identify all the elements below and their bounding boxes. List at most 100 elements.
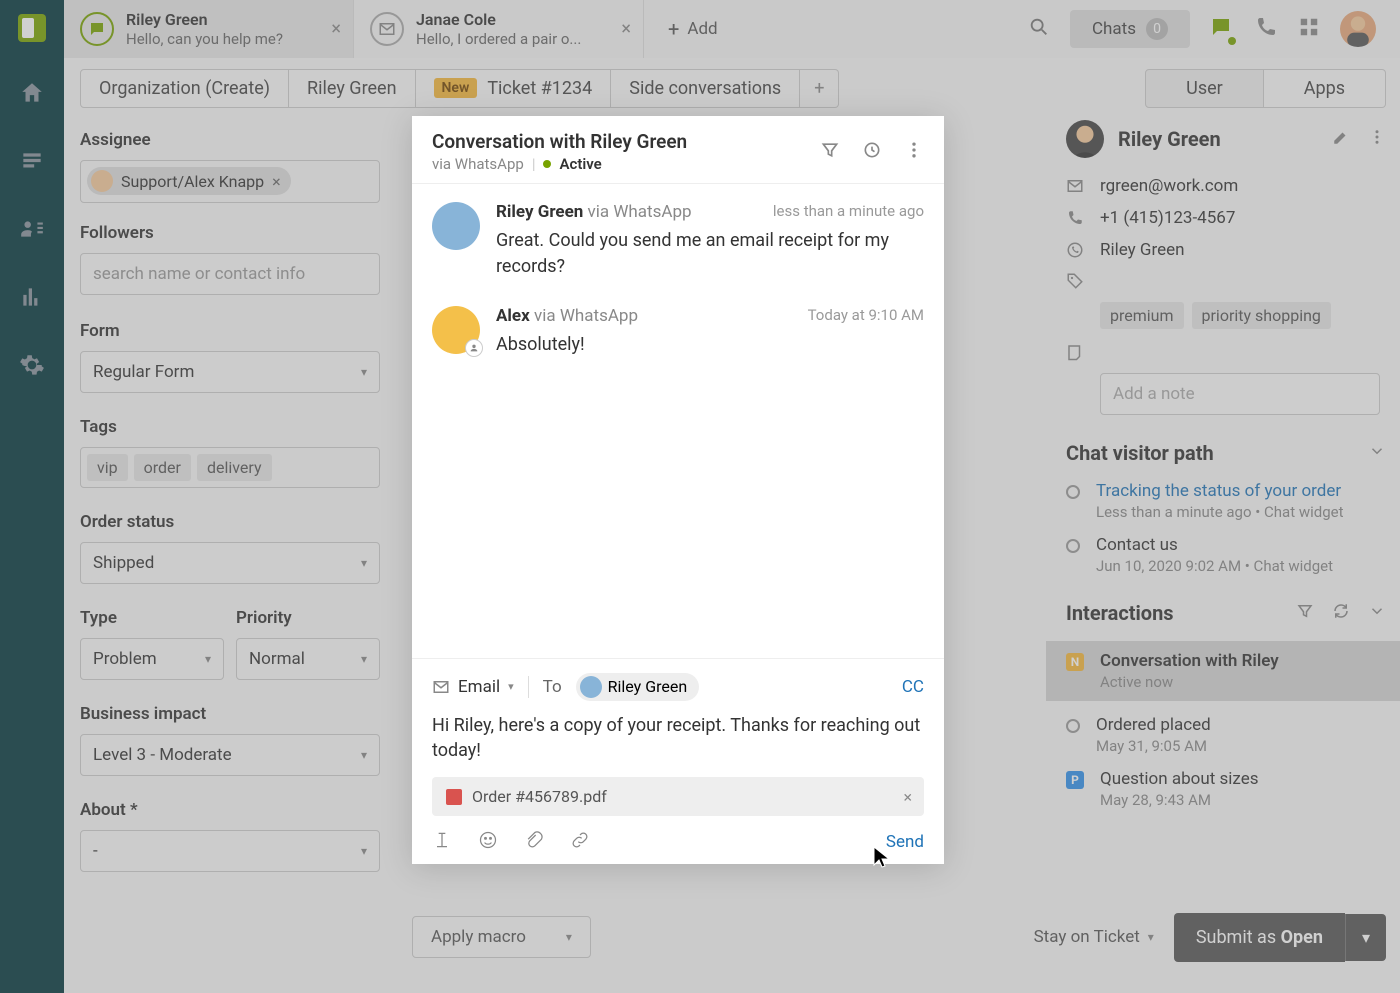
edit-icon[interactable]	[1332, 128, 1350, 150]
business-impact-label: Business impact	[80, 704, 390, 724]
tab-title: Riley Green	[126, 10, 283, 30]
agent-badge-icon	[465, 339, 483, 357]
priority-label: Priority	[236, 608, 380, 628]
form-select[interactable]: Regular Form▾	[80, 351, 380, 393]
tab-apps[interactable]: Apps	[1264, 69, 1386, 108]
chevron-down-icon[interactable]	[1368, 441, 1386, 465]
chats-count-badge: 0	[1146, 18, 1168, 40]
followers-input[interactable]: search name or contact info	[80, 253, 380, 295]
emoji-icon[interactable]	[478, 830, 498, 854]
more-icon[interactable]	[1368, 128, 1386, 150]
followers-label: Followers	[80, 223, 390, 243]
priority-select[interactable]: Normal▾	[236, 638, 380, 680]
remove-icon[interactable]: ×	[272, 172, 281, 191]
interaction-item[interactable]: Ordered placedMay 31, 9:05 AM	[1066, 715, 1386, 755]
tag[interactable]: delivery	[197, 454, 272, 481]
crumb-org[interactable]: Organization (Create)	[80, 69, 289, 108]
timeline-dot	[1066, 539, 1080, 553]
cc-button[interactable]: CC	[902, 677, 924, 697]
visitor-path-item[interactable]: Tracking the status of your orderLess th…	[1066, 481, 1386, 521]
status-badge: N	[1066, 653, 1084, 671]
interaction-item[interactable]: N Conversation with RileyActive now	[1066, 651, 1386, 691]
crumb-requester[interactable]: Riley Green	[289, 69, 415, 108]
type-select[interactable]: Problem▾	[80, 638, 224, 680]
submit-dropdown-button[interactable]: ▾	[1345, 914, 1386, 961]
tab-title: Janae Cole	[416, 10, 581, 30]
add-note-input[interactable]: Add a note	[1100, 373, 1380, 415]
attachment-icon[interactable]	[524, 830, 544, 854]
user-whatsapp[interactable]: Riley Green	[1100, 240, 1185, 260]
apply-macro-button[interactable]: Apply macro▾	[412, 916, 591, 958]
more-icon[interactable]	[904, 140, 924, 164]
message-timestamp: less than a minute ago	[773, 202, 924, 222]
filter-icon[interactable]	[820, 140, 840, 164]
home-icon[interactable]	[19, 80, 45, 110]
tag[interactable]: order	[134, 454, 191, 481]
user-tag[interactable]: premium	[1100, 302, 1184, 329]
add-tab-button[interactable]: +Add	[644, 17, 742, 41]
admin-icon[interactable]	[19, 352, 45, 382]
visitor-path-title: Chat visitor path	[1066, 441, 1214, 465]
tab-janae[interactable]: Janae Cole Hello, I ordered a pair o... …	[354, 0, 644, 58]
close-icon[interactable]: ×	[621, 19, 631, 40]
chats-button[interactable]: Chats0	[1070, 10, 1190, 48]
send-button[interactable]: Send	[886, 832, 924, 852]
visitor-path-item[interactable]: Contact usJun 10, 2020 9:02 AM • Chat wi…	[1066, 535, 1386, 575]
tab-riley[interactable]: Riley Green Hello, can you help me? ×	[64, 0, 354, 58]
note-icon	[1066, 343, 1084, 361]
chevron-down-icon[interactable]	[1368, 601, 1386, 625]
attachment-pill[interactable]: Order #456789.pdf ×	[432, 777, 924, 816]
order-status-select[interactable]: Shipped▾	[80, 542, 380, 584]
close-icon[interactable]: ×	[331, 19, 341, 40]
search-icon[interactable]	[1028, 16, 1050, 42]
new-badge: New	[434, 78, 478, 98]
mail-icon	[370, 12, 404, 46]
assignee-field[interactable]: Support/Alex Knapp×	[80, 160, 380, 203]
mail-icon	[432, 678, 450, 696]
views-icon[interactable]	[19, 148, 45, 178]
talk-icon[interactable]	[1210, 15, 1234, 43]
user-email[interactable]: rgreen@work.com	[1100, 176, 1238, 196]
crumb-ticket[interactable]: New Ticket #1234	[416, 69, 612, 108]
conversation-panel: Conversation with Riley Green via WhatsA…	[412, 116, 944, 864]
tag-icon	[1066, 272, 1084, 290]
message: Riley Green via WhatsAppless than a minu…	[432, 202, 924, 280]
tag[interactable]: vip	[87, 454, 128, 481]
to-label: To	[543, 677, 562, 697]
interaction-item[interactable]: P Question about sizesMay 28, 9:43 AM	[1066, 769, 1386, 809]
conversation-status: Active	[559, 155, 601, 173]
stay-on-ticket-button[interactable]: Stay on Ticket▾	[1034, 927, 1154, 947]
left-nav-rail	[0, 0, 64, 993]
apps-grid-icon[interactable]	[1298, 16, 1320, 42]
remove-attachment-icon[interactable]: ×	[903, 787, 912, 806]
customers-icon[interactable]	[19, 216, 45, 246]
refresh-icon[interactable]	[1332, 601, 1350, 625]
user-name: Riley Green	[1118, 127, 1221, 151]
user-phone[interactable]: +1 (415)123-4567	[1100, 208, 1235, 228]
tags-field[interactable]: vip order delivery	[80, 447, 380, 488]
composer-body[interactable]: Hi Riley, here's a copy of your receipt.…	[432, 713, 924, 763]
link-icon[interactable]	[570, 830, 590, 854]
tab-user[interactable]: User	[1145, 69, 1264, 108]
add-side-conversation-button[interactable]: +	[800, 69, 839, 108]
user-avatar	[1066, 120, 1104, 158]
submit-button[interactable]: Submit as Open	[1174, 913, 1345, 962]
channel-selector[interactable]: Email▾	[432, 677, 514, 697]
crumb-side-conversations[interactable]: Side conversations	[611, 69, 800, 108]
reporting-icon[interactable]	[19, 284, 45, 314]
avatar	[580, 676, 602, 698]
tags-label: Tags	[80, 417, 390, 437]
filter-icon[interactable]	[1296, 601, 1314, 625]
history-icon[interactable]	[862, 140, 882, 164]
status-dot-icon	[543, 160, 551, 168]
phone-icon[interactable]	[1254, 15, 1278, 43]
assignee-label: Assignee	[80, 130, 390, 150]
whatsapp-icon	[1066, 241, 1084, 259]
business-impact-select[interactable]: Level 3 - Moderate▾	[80, 734, 380, 776]
recipient-pill[interactable]: Riley Green	[576, 673, 700, 701]
about-select[interactable]: -▾	[80, 830, 380, 872]
message-body: Absolutely!	[496, 332, 924, 358]
text-format-icon[interactable]	[432, 830, 452, 854]
user-tag[interactable]: priority shopping	[1192, 302, 1331, 329]
profile-avatar[interactable]	[1340, 11, 1376, 47]
